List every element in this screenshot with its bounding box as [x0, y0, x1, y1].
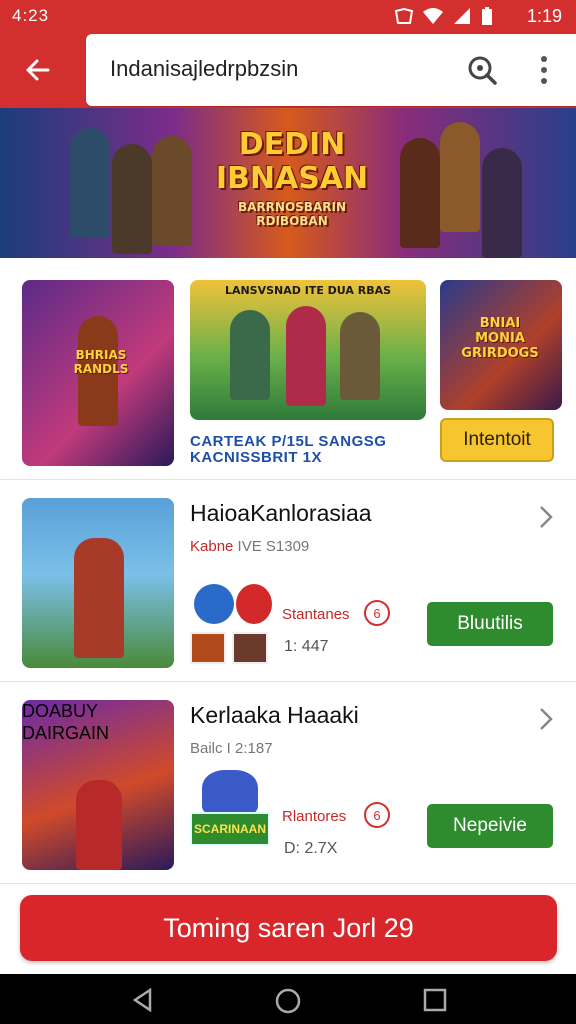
item1-subtitle: Kabne IVE S1309: [190, 538, 309, 555]
chevron-right-icon[interactable]: [536, 706, 556, 732]
primary-cta-button[interactable]: Toming saren Jorl 29: [20, 895, 557, 961]
item2-badge: 6: [364, 802, 390, 828]
featured-tile-2[interactable]: LANSVSNAD ITE DUA RBAS: [190, 280, 426, 420]
item2-title: Kerlaaka Haaaki: [190, 702, 359, 728]
back-button[interactable]: [18, 50, 58, 90]
item2-thumbnail: DOABUY DAIRGAIN: [22, 700, 174, 870]
home-nav-icon[interactable]: [274, 987, 302, 1015]
tile2-character-1: [230, 310, 270, 400]
search-field[interactable]: Indanisajledrpbzsin: [86, 34, 576, 106]
featured-tile-1[interactable]: BHRIAS RANDLS: [22, 280, 174, 466]
promo-banner[interactable]: DEDIN IBNASAN BARRNOSBARIN RDIBOBAN: [0, 108, 576, 258]
banner-hero-6: [482, 148, 522, 258]
battery-icon: [482, 7, 492, 25]
wifi-icon: [423, 8, 443, 24]
featured-action-button[interactable]: Intentoit: [440, 418, 554, 462]
notification-icon: [394, 7, 414, 24]
banner-hero-5: [440, 122, 480, 232]
tile1-label: BHRIAS RANDLS: [73, 348, 129, 376]
tile3-label: BNIAI MONIA GRIRDOGS: [461, 316, 539, 361]
item1-badge: 6: [364, 600, 390, 626]
banner-hero-4: [400, 138, 440, 248]
item1-thumbnail: [22, 498, 174, 668]
item2-character: [76, 780, 122, 870]
banner-title-text: DEDIN IBNASAN: [215, 127, 369, 196]
featured-row: BHRIAS RANDLS LANSVSNAD ITE DUA RBAS CAR…: [0, 258, 576, 480]
back-nav-icon[interactable]: [130, 987, 156, 1013]
avatar: [202, 770, 258, 814]
status-icons: [394, 6, 494, 26]
banner-hero-3: [152, 136, 192, 246]
item1-character: [74, 538, 124, 658]
banner-subtitle: BARRNOSBARIN RDIBOBAN: [238, 200, 346, 228]
status-left-text: 4:23: [12, 6, 50, 25]
tile2-character-3: [340, 312, 380, 400]
chevron-right-icon[interactable]: [536, 504, 556, 530]
avatar: [236, 584, 272, 624]
item1-stat-value: 1: 447: [284, 638, 329, 655]
item2-stat-label: Rlantores: [282, 808, 347, 825]
avatar: [232, 632, 268, 664]
app-bar: Indanisajledrpbzsin: [0, 32, 576, 108]
item1-sub-red: Kabne: [190, 538, 234, 555]
search-query[interactable]: Indanisajledrpbzsin: [110, 56, 298, 82]
item2-sub-rest: Bailc I 2:187: [190, 740, 273, 757]
list-item[interactable]: DOABUY DAIRGAIN Kerlaaka Haaaki Bailc I …: [0, 682, 576, 884]
avatar: [190, 632, 226, 664]
tile2-label: LANSVSNAD ITE DUA RBAS: [224, 284, 392, 297]
status-time: 1:19: [526, 6, 562, 26]
featured-caption: CARTEAK P/15L SANGSG KACNISSBRIT 1X: [190, 433, 387, 466]
banner-hero-1: [70, 128, 110, 238]
item1-sub-rest: IVE S1309: [233, 538, 310, 555]
item2-thumb-label: DOABUY DAIRGAIN: [22, 701, 110, 743]
tile2-character-2: [286, 306, 326, 406]
item1-action-button[interactable]: Bluutilis: [427, 602, 553, 646]
more-options-icon[interactable]: [532, 52, 556, 88]
item2-action-button[interactable]: Nepeivie: [427, 804, 553, 848]
featured-tile-3[interactable]: BNIAI MONIA GRIRDOGS: [440, 280, 562, 410]
banner-title: DEDIN IBNASAN BARRNOSBARIN RDIBOBAN: [212, 127, 372, 229]
search-icon[interactable]: [466, 54, 498, 86]
banner-hero-2: [112, 144, 152, 254]
item1-stat-label: Stantanes: [282, 606, 350, 623]
list-item[interactable]: HaioaKanlorasiaa Kabne IVE S1309 Stantan…: [0, 480, 576, 682]
item2-subtitle: Bailc I 2:187: [190, 740, 273, 757]
item2-tag: SCARINAAN: [190, 812, 270, 846]
item1-avatars: [190, 580, 276, 664]
item1-title: HaioaKanlorasiaa: [190, 500, 372, 526]
recents-nav-icon[interactable]: [422, 987, 448, 1013]
system-nav-bar: [0, 974, 576, 1024]
back-arrow-icon: [26, 59, 50, 81]
status-bar: 4:23 1:19: [0, 0, 576, 32]
signal-icon: [454, 8, 470, 24]
avatar: [194, 584, 234, 624]
item2-stat-value: D: 2.7X: [284, 840, 338, 857]
